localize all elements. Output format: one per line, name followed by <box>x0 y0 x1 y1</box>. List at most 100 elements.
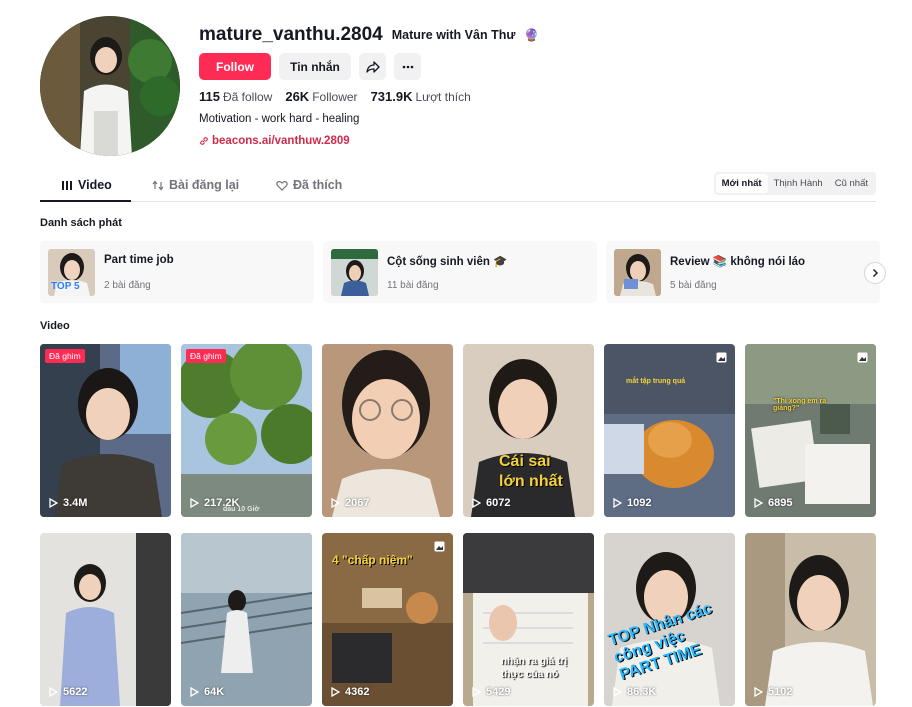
view-count: 86.3K <box>613 686 656 698</box>
followers-count: 26K <box>285 89 310 104</box>
following-count: 115 <box>199 89 220 104</box>
play-icon <box>472 687 481 697</box>
video-card[interactable]: "Thi xong em ra giảng?" 6895 <box>745 344 876 517</box>
view-count: 2067 <box>331 497 369 509</box>
view-count: 5429 <box>472 686 510 698</box>
view-count: 217.2K <box>190 497 239 509</box>
view-count-text: 4362 <box>345 686 370 698</box>
video-thumbnail <box>40 344 171 517</box>
view-count-text: 64K <box>204 686 225 698</box>
view-count: 1092 <box>613 497 651 509</box>
playlist-thumbnail <box>331 249 378 296</box>
video-thumbnail <box>463 533 594 706</box>
view-count-text: 5102 <box>768 686 793 698</box>
play-icon <box>49 687 58 697</box>
play-icon <box>613 498 622 508</box>
play-icon <box>754 687 763 697</box>
sort-newest[interactable]: Mới nhất <box>715 174 768 193</box>
following-stat[interactable]: 115 Đã follow <box>199 89 272 104</box>
message-button[interactable]: Tin nhắn <box>279 53 351 80</box>
video-thumbnail <box>604 533 735 706</box>
view-count-text: 2067 <box>345 497 370 509</box>
tab-liked-label: Đã thích <box>293 178 343 192</box>
view-count: 6072 <box>472 497 510 509</box>
video-card[interactable]: 4 "chấp niệm" 4362 <box>322 533 453 706</box>
video-thumbnail <box>40 533 171 706</box>
profile-link-text: beacons.ai/vanthuw.2809 <box>212 135 350 147</box>
view-count-text: 1092 <box>627 497 652 509</box>
view-count-text: 86.3K <box>627 686 657 698</box>
tab-video[interactable]: Video <box>62 178 112 192</box>
crystal-ball-icon: 🔮 <box>524 28 540 42</box>
play-icon <box>754 498 763 508</box>
video-card[interactable]: 64K <box>181 533 312 706</box>
tab-reposts-label: Bài đăng lại <box>169 178 240 192</box>
video-card[interactable]: Đã ghim đầu 10 Giờ 217.2K <box>181 344 312 517</box>
heart-outline-icon <box>276 180 288 191</box>
tab-reposts[interactable]: Bài đăng lại <box>152 178 239 192</box>
playlists-title: Danh sách phát <box>40 217 122 229</box>
video-card[interactable]: 5102 <box>745 533 876 706</box>
playlists-row: TOP 5 Part time job 2 bài đăng Cột sống … <box>40 241 880 303</box>
video-thumbnail <box>745 344 876 517</box>
play-icon <box>49 498 58 508</box>
tab-video-label: Video <box>78 178 112 192</box>
video-thumbnail <box>181 344 312 517</box>
video-card[interactable]: 5622 <box>40 533 171 706</box>
profile-avatar[interactable] <box>40 16 180 156</box>
video-card[interactable]: 2067 <box>322 344 453 517</box>
video-thumbnail <box>745 533 876 706</box>
followers-label: Follower <box>312 90 358 104</box>
sort-popular[interactable]: Thịnh Hành <box>768 174 829 193</box>
playlist-count: 2 bài đăng <box>104 280 151 291</box>
link-icon <box>200 137 208 145</box>
play-icon <box>190 687 199 697</box>
followers-stat[interactable]: 26K Follower <box>285 89 357 104</box>
profile-bio: Motivation - work hard - healing <box>199 113 360 125</box>
play-icon <box>331 498 340 508</box>
tab-liked[interactable]: Đã thích <box>276 178 342 192</box>
view-count-text: 6895 <box>768 497 793 509</box>
follow-button[interactable]: Follow <box>199 53 271 80</box>
likes-stat: 731.9K Lượt thích <box>371 89 471 104</box>
share-button[interactable] <box>359 53 386 80</box>
repost-icon <box>152 180 164 190</box>
play-icon <box>613 687 622 697</box>
grid-icon <box>62 180 72 190</box>
video-thumbnail <box>322 533 453 706</box>
avatar-photo <box>40 16 180 156</box>
playlist-card[interactable]: Review 📚 không nói láo 5 bài đăng <box>606 241 880 303</box>
view-count: 5102 <box>754 686 792 698</box>
video-card[interactable]: nhận ra giá trị thực của nó 5429 <box>463 533 594 706</box>
photo-carousel-icon <box>716 352 727 363</box>
play-icon <box>472 498 481 508</box>
play-icon <box>331 687 340 697</box>
pinned-badge: Đã ghim <box>186 349 226 363</box>
video-card[interactable]: mắt tập trung quá 1092 <box>604 344 735 517</box>
video-card[interactable]: TOP Nhân các công việc PART TIME 86.3K <box>604 533 735 706</box>
view-count: 3.4M <box>49 497 87 509</box>
following-label: Đã follow <box>222 90 273 104</box>
view-count-text: 5429 <box>486 686 511 698</box>
playlist-card[interactable]: TOP 5 Part time job 2 bài đăng <box>40 241 314 303</box>
playlist-name: Cột sống sinh viên 🎓 <box>387 256 508 268</box>
playlist-next-button[interactable] <box>864 262 886 284</box>
playlist-card[interactable]: Cột sống sinh viên 🎓 11 bài đăng <box>323 241 597 303</box>
videos-title: Video <box>40 320 70 332</box>
likes-label: Lượt thích <box>415 90 471 104</box>
video-card[interactable]: Đã ghim 3.4M <box>40 344 171 517</box>
video-card[interactable]: Cái sai lớn nhất 6072 <box>463 344 594 517</box>
profile-username: mature_vanthu.2804 <box>199 24 383 45</box>
chevron-right-icon <box>873 269 878 277</box>
more-button[interactable] <box>394 53 421 80</box>
profile-link[interactable]: beacons.ai/vanthuw.2809 <box>199 135 350 147</box>
sort-toggle: Mới nhất Thịnh Hành Cũ nhất <box>713 172 876 195</box>
playlist-count: 11 bài đăng <box>387 280 439 291</box>
view-count-text: 217.2K <box>204 497 240 509</box>
video-thumbnail <box>463 344 594 517</box>
view-count: 64K <box>190 686 224 698</box>
play-icon <box>190 498 199 508</box>
playlist-thumbnail: TOP 5 <box>48 249 95 296</box>
sort-oldest[interactable]: Cũ nhất <box>829 174 874 193</box>
profile-tabs: Video Bài đăng lại Đã thích Mới nhất Thị… <box>40 172 876 202</box>
